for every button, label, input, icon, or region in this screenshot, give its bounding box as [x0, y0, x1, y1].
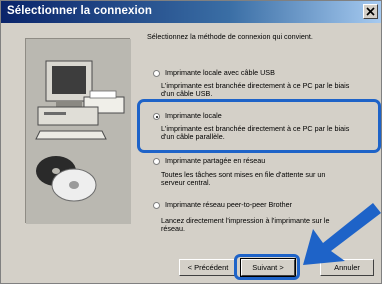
- intro-text: Sélectionnez la méthode de connexion qui…: [147, 32, 313, 41]
- radio-peer[interactable]: [153, 202, 160, 209]
- option-desc-peer-2: réseau.: [161, 224, 185, 233]
- arrow-pointer-icon: [303, 203, 381, 265]
- dialog-window: Sélectionner la connexion Sélectionnez l…: [0, 0, 382, 284]
- option-label-peer[interactable]: Imprimante réseau peer-to-peer Brother: [165, 200, 292, 210]
- next-button-callout: [234, 254, 300, 280]
- option-desc-shared-2: serveur central.: [161, 178, 211, 187]
- selected-option-callout: [137, 99, 381, 153]
- window-title: Sélectionner la connexion: [7, 5, 153, 17]
- close-icon: [366, 7, 375, 16]
- close-button[interactable]: [363, 4, 378, 19]
- computer-cd-illustration: [26, 39, 131, 224]
- option-desc-usb-2: d'un câble USB.: [161, 89, 213, 98]
- option-label-usb[interactable]: Imprimante locale avec câble USB: [165, 68, 275, 78]
- back-button[interactable]: < Précédent: [179, 259, 237, 276]
- wizard-illustration: [25, 38, 131, 224]
- option-label-shared[interactable]: Imprimante partagée en réseau: [165, 156, 265, 166]
- radio-usb[interactable]: [153, 70, 160, 77]
- title-bar: Sélectionner la connexion: [1, 1, 381, 23]
- radio-shared[interactable]: [153, 158, 160, 165]
